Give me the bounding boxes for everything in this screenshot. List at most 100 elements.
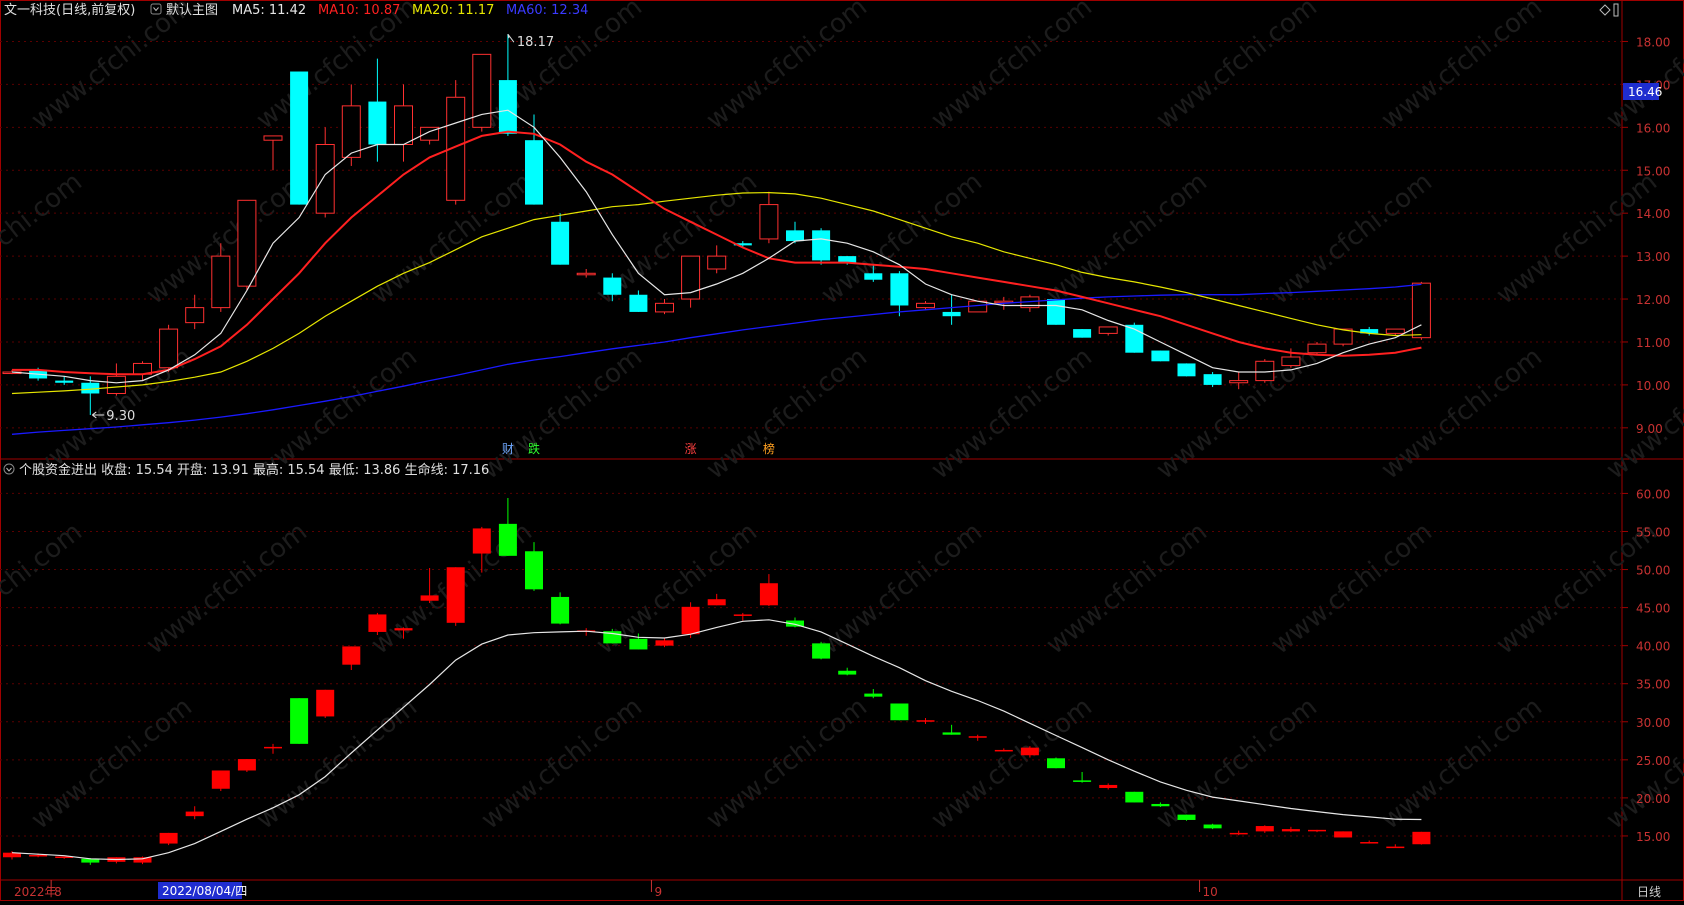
fund-candle-body-up <box>342 646 361 665</box>
fund-candle-body-down <box>629 638 648 650</box>
fund-candle-body-down <box>890 703 909 721</box>
month-label: 10 <box>1203 885 1218 899</box>
chevron-down-glyph <box>6 467 12 472</box>
price-candle-body-up <box>263 135 283 141</box>
price-candle-body-up <box>394 105 413 145</box>
fund-candle-body-up <box>133 857 152 863</box>
watermark-text: www.cfchi.com <box>0 167 88 311</box>
watermark-layer: www.cfchi.com www.cfchi.com www.cfchi.com w… <box>0 0 1684 836</box>
fund-candle-body-down <box>864 693 883 697</box>
fund-candle-body-up <box>29 854 48 857</box>
price-candle-body-down <box>1047 299 1065 325</box>
price-axis-tick-label: 14.00 <box>1636 207 1670 221</box>
price-candle-body-up <box>211 255 231 309</box>
diamond-icon[interactable] <box>1599 4 1611 16</box>
fund-candle-body-up <box>655 640 674 646</box>
watermark-text: www.cfchi.com <box>0 517 88 661</box>
high-annotation: 18.17 <box>507 33 554 50</box>
high-label: 18.17 <box>517 35 554 50</box>
fund-candle-body-up <box>159 832 178 844</box>
chevron-down-icon[interactable] <box>3 463 15 475</box>
price-candle-body-up <box>159 328 179 369</box>
fund-candle-body-up <box>968 736 987 738</box>
price-candle-body-down <box>890 273 909 306</box>
watermark-text: www.cfchi.com <box>1041 517 1213 661</box>
price-candle-body-up <box>315 143 335 214</box>
fund-candle-body-down <box>812 643 831 659</box>
watermark-text: www.cfchi.com <box>1041 167 1213 311</box>
price-axis-tick-label: 18.00 <box>1636 35 1670 49</box>
price-candle-body-up <box>1229 380 1249 384</box>
price-candle-body-up <box>1411 282 1431 339</box>
watermark-text: www.cfchi.com <box>1601 342 1684 486</box>
price-candle-body-down <box>525 140 543 205</box>
fund-candle-body-down <box>1073 780 1092 782</box>
fund-candle-body-down <box>1125 791 1144 803</box>
price-candle-body-up <box>759 204 779 240</box>
price-candle-body-down <box>864 273 883 280</box>
fund-flow-axis-tick-label: 30.00 <box>1636 716 1670 730</box>
ma10-legend: MA10: 10.87 <box>318 3 400 18</box>
fund-candle-body-up <box>1229 832 1248 835</box>
price-axis-tick-label: 12.00 <box>1636 293 1670 307</box>
price-axis-tick-label: 13.00 <box>1636 250 1670 264</box>
fund-flow-axis-tick-label: 45.00 <box>1636 602 1670 616</box>
price-candle-body-down <box>368 101 387 145</box>
year-label: 2022年 <box>14 885 57 899</box>
fund-flow-indicator-label[interactable]: 个股资金进出 收盘: 15.54 开盘: 13.91 最高: 15.54 最低:… <box>19 462 489 478</box>
price-candle-body-down <box>812 230 831 261</box>
watermark-text: www.cfchi.com <box>926 342 1098 486</box>
month-label: 8 <box>54 885 62 899</box>
ma60-legend: MA60: 12.34 <box>506 3 588 18</box>
chart-canvas[interactable]: www.cfchi.com www.cfchi.com www.cfchi.com w… <box>0 0 1684 901</box>
indicator-name[interactable]: 默认主图 <box>166 2 218 18</box>
fund-candle-body-up <box>1281 829 1300 832</box>
fund-candle-body-up <box>316 689 335 717</box>
watermark-text: www.cfchi.com <box>26 692 198 836</box>
ma20-legend: MA20: 11.17 <box>412 3 494 18</box>
fund-candle-body-up <box>211 770 230 789</box>
price-candle-body-up <box>1281 356 1301 367</box>
stock-title[interactable]: 文一科技(日线,前复权) <box>4 2 135 18</box>
scroll-handle-icon[interactable] <box>1613 3 1619 17</box>
price-candle-body-up <box>916 302 935 309</box>
fund-candle-body-up <box>759 583 778 606</box>
fund-candle-body-up <box>1386 846 1405 849</box>
price-candle-body-down <box>290 71 309 205</box>
price-candle-body-down <box>629 294 648 312</box>
fund-flow-axis-tick-label: 15.00 <box>1636 830 1670 844</box>
watermark-text: www.cfchi.com <box>26 0 198 136</box>
fund-candle-body-up <box>1255 826 1274 832</box>
watermark-text: www.cfchi.com <box>1151 692 1323 836</box>
fund-candle-body-up <box>1334 831 1353 838</box>
low-label: 9.30 <box>106 409 135 424</box>
current-price-value: 16.46 <box>1628 85 1662 99</box>
price-candle-body-down <box>551 221 570 265</box>
price-candle-body-up <box>1385 328 1405 334</box>
fund-candle-body-up <box>394 628 413 631</box>
event-marker: 财 <box>502 442 514 456</box>
price-candle-body-up <box>707 255 727 270</box>
fund-candle-body-up <box>185 811 204 817</box>
date-cursor-label: 2022/08/04/四 <box>162 884 247 898</box>
price-candle-body-down <box>838 256 857 263</box>
price-axis-tick-label: 16.00 <box>1636 121 1670 135</box>
price-axis-tick-label: 11.00 <box>1636 336 1670 350</box>
fund-candle-body-up <box>1099 784 1118 788</box>
fund-candle-body-up <box>681 606 700 635</box>
price-axis-tick-label: 9.00 <box>1636 422 1663 436</box>
watermark-text: www.cfchi.com <box>1376 342 1548 486</box>
price-candle-body-down <box>942 311 961 317</box>
price-axis-tick-label: 15.00 <box>1636 164 1670 178</box>
watermark-text: www.cfchi.com <box>816 517 988 661</box>
period-button[interactable]: 日线 <box>1637 885 1661 899</box>
fund-flow-axis-tick-label: 20.00 <box>1636 792 1670 806</box>
price-candle-body-up <box>341 105 361 158</box>
fund-candle-body-up <box>994 749 1013 752</box>
watermark-text: www.cfchi.com <box>701 342 873 486</box>
fund-candle-body-down <box>498 523 517 556</box>
watermark-text: www.cfchi.com <box>701 692 873 836</box>
watermark-text: www.cfchi.com <box>1376 0 1548 136</box>
price-candle-body-down <box>55 380 74 383</box>
fund-candle-body-up <box>916 720 935 722</box>
